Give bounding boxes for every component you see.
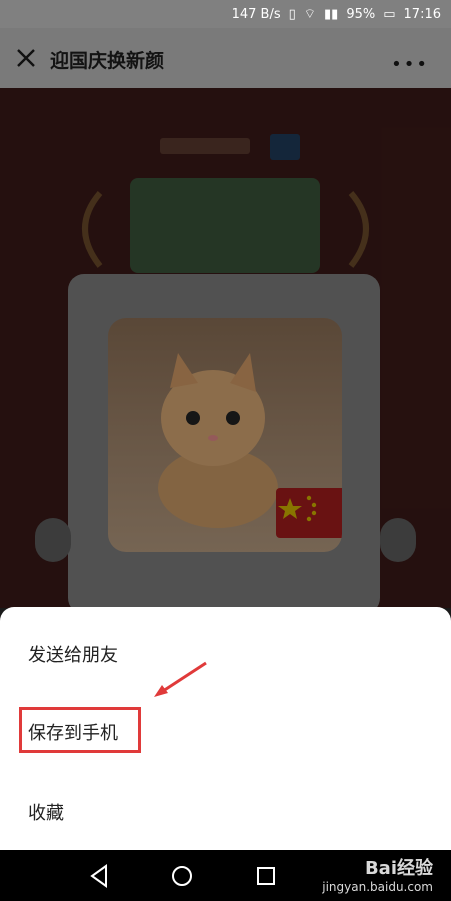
clock: 17:16: [403, 6, 441, 22]
app-header: 迎国庆换新颜 •••: [0, 28, 451, 88]
back-icon[interactable]: [86, 862, 114, 890]
status-bar: 147 B/s ▯ ⌔ ▮▮ 95% ▭ 17:16: [0, 0, 451, 28]
vibrate-icon: ▯: [288, 6, 296, 22]
baidu-watermark: Bai经验 jingyan.baidu.com: [322, 854, 433, 894]
home-icon[interactable]: [168, 862, 196, 890]
watermark-brand: Bai经验: [364, 858, 433, 879]
network-speed: 147 B/s: [231, 6, 281, 22]
send-to-friend-option[interactable]: 发送给朋友: [28, 641, 118, 667]
save-to-phone-option[interactable]: 保存到手机: [28, 719, 118, 745]
page-title: 迎国庆换新颜: [50, 50, 165, 72]
battery-level: 95%: [346, 6, 376, 22]
poster-background: [0, 88, 451, 608]
battery-icon: ▭: [383, 6, 396, 22]
red-arrow-icon: [154, 661, 207, 697]
favorite-option[interactable]: 收藏: [28, 799, 64, 825]
share-sheet: 发送给朋友 保存到手机 收藏: [0, 607, 451, 850]
watermark-url: jingyan.baidu.com: [322, 880, 433, 894]
wifi-icon: ⌔: [303, 7, 317, 22]
close-icon[interactable]: [14, 46, 38, 70]
more-options-icon[interactable]: •••: [391, 54, 429, 75]
signal-icon: ▮▮: [324, 6, 339, 22]
recent-apps-icon[interactable]: [252, 862, 280, 890]
overlay-dim: [0, 88, 451, 608]
